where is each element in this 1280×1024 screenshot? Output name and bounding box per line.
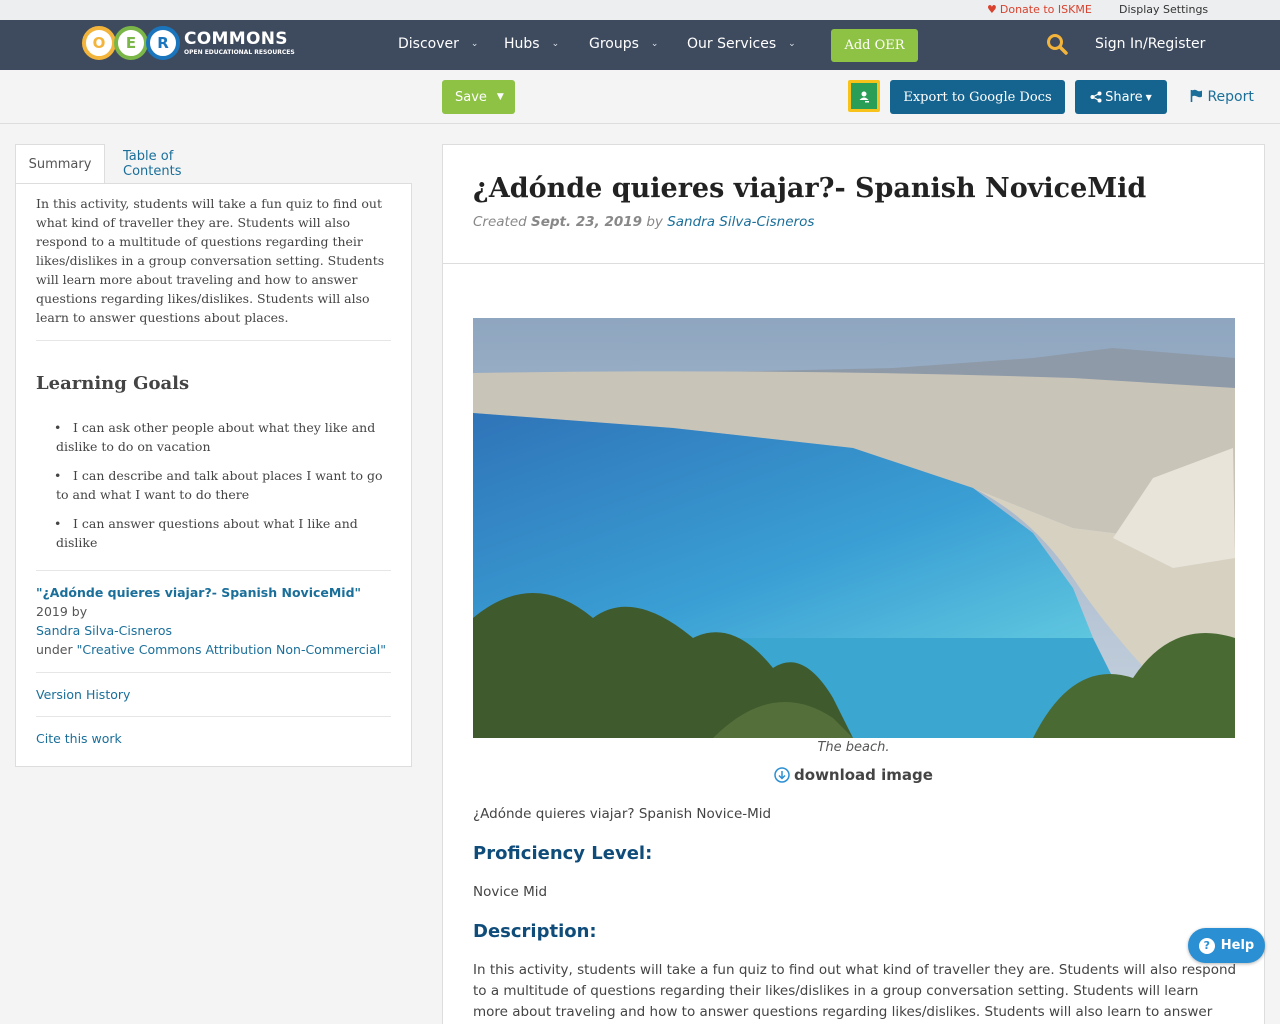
- chevron-down-icon: ⌄: [551, 39, 560, 49]
- learning-goals-list: I can ask other people about what they l…: [36, 418, 391, 552]
- heart-icon: ♥: [987, 3, 997, 16]
- sign-in-register-link[interactable]: Sign In/Register: [1095, 36, 1205, 52]
- list-item: I can answer questions about what I like…: [54, 514, 391, 552]
- list-item: I can describe and talk about places I w…: [54, 466, 391, 504]
- resource-content: ¿Adónde quieres viajar?- Spanish NoviceM…: [442, 144, 1265, 1024]
- divider: [36, 340, 391, 341]
- flag-icon: [1190, 89, 1202, 102]
- nav-our-services[interactable]: Our Services ⌄: [687, 36, 796, 52]
- download-icon: [774, 767, 790, 783]
- chevron-down-icon: ⌄: [650, 39, 659, 49]
- tab-summary[interactable]: Summary: [15, 144, 105, 184]
- search-icon[interactable]: [1046, 33, 1068, 55]
- proficiency-value: Novice Mid: [473, 884, 548, 900]
- nav-hubs-label: Hubs: [504, 36, 540, 52]
- utility-bar: ♥ Donate to ISKME Display Settings: [0, 0, 1280, 20]
- license-link[interactable]: "Creative Commons Attribution Non-Commer…: [77, 642, 386, 657]
- learning-goals-heading: Learning Goals: [36, 373, 190, 394]
- donate-label: Donate to ISKME: [999, 3, 1092, 16]
- created-label: Created: [473, 214, 532, 230]
- google-classroom-button[interactable]: [848, 80, 880, 112]
- nav-groups[interactable]: Groups ⌄: [589, 36, 658, 52]
- help-icon: ?: [1198, 937, 1215, 954]
- logo-title: COMMONS: [184, 28, 288, 49]
- image-caption: The beach.: [817, 740, 890, 755]
- goal-text: I can describe and talk about places I w…: [56, 468, 383, 502]
- donate-link[interactable]: ♥ Donate to ISKME: [987, 3, 1092, 16]
- description-text: In this activity, students will take a f…: [473, 962, 1237, 1020]
- cite-this-work-link[interactable]: Cite this work: [36, 731, 391, 746]
- google-classroom-icon: [851, 83, 877, 109]
- divider: [36, 716, 391, 717]
- save-label: Save: [455, 89, 487, 105]
- description-heading: Description:: [473, 921, 597, 942]
- goal-text: I can ask other people about what they l…: [56, 420, 376, 454]
- attribution: "¿Adónde quieres viajar?- Spanish Novice…: [36, 583, 391, 659]
- page-title: ¿Adónde quieres viajar?- Spanish NoviceM…: [473, 173, 1147, 204]
- chevron-down-icon: ⌄: [470, 39, 479, 49]
- share-label: Share: [1105, 89, 1143, 105]
- nav-discover[interactable]: Discover ⌄: [398, 36, 478, 52]
- created-line: Created Sept. 23, 2019 by Sandra Silva-C…: [473, 214, 814, 230]
- help-button[interactable]: ? Help: [1188, 928, 1265, 963]
- attribution-title-link[interactable]: "¿Adónde quieres viajar?- Spanish Novice…: [36, 585, 361, 600]
- caret-down-icon: ▼: [1145, 92, 1152, 102]
- nav-discover-label: Discover: [398, 36, 459, 52]
- caret-down-icon: ▼: [496, 92, 504, 102]
- tab-table-of-contents[interactable]: Table of Contents: [123, 144, 230, 184]
- divider: [36, 672, 391, 673]
- beach-image: [473, 318, 1235, 738]
- report-link[interactable]: Report: [1190, 89, 1254, 105]
- share-icon: [1090, 91, 1102, 103]
- oer-commons-logo[interactable]: O E R COMMONS OPEN EDUCATIONAL RESOURCES: [82, 25, 295, 61]
- share-button[interactable]: Share ▼: [1075, 80, 1167, 114]
- add-oer-button[interactable]: Add OER: [831, 29, 918, 62]
- logo-letter-o: O: [82, 26, 116, 60]
- proficiency-heading: Proficiency Level:: [473, 843, 653, 864]
- logo-letter-e: E: [114, 26, 148, 60]
- divider: [36, 570, 391, 571]
- logo-subtitle: OPEN EDUCATIONAL RESOURCES: [184, 48, 295, 56]
- nav-our-services-label: Our Services: [687, 36, 777, 52]
- report-label: Report: [1207, 89, 1254, 105]
- chevron-down-icon: ⌄: [788, 39, 796, 49]
- display-settings-link[interactable]: Display Settings: [1119, 3, 1208, 16]
- download-label: download image: [794, 766, 933, 784]
- attribution-author-link[interactable]: Sandra Silva-Cisneros: [36, 623, 172, 638]
- intro-text: ¿Adónde quieres viajar? Spanish Novice-M…: [473, 806, 772, 822]
- author-link[interactable]: Sandra Silva-Cisneros: [667, 214, 814, 230]
- divider: [443, 263, 1264, 264]
- by-label: by: [642, 214, 668, 230]
- nav-groups-label: Groups: [589, 36, 639, 52]
- created-date: Sept. 23, 2019: [531, 214, 643, 230]
- export-google-docs-button[interactable]: Export to Google Docs: [890, 80, 1065, 114]
- logo-letter-r: R: [146, 26, 180, 60]
- save-button[interactable]: Save ▼: [442, 80, 515, 114]
- main-nav: O E R COMMONS OPEN EDUCATIONAL RESOURCES…: [0, 20, 1280, 70]
- goal-text: I can answer questions about what I like…: [56, 516, 358, 550]
- version-history-link[interactable]: Version History: [36, 687, 391, 702]
- help-label: Help: [1220, 938, 1255, 953]
- attribution-under: under: [36, 642, 77, 657]
- summary-panel: In this activity, students will take a f…: [15, 183, 412, 767]
- logo-text: COMMONS OPEN EDUCATIONAL RESOURCES: [184, 28, 295, 56]
- attribution-year: 2019 by: [36, 604, 88, 619]
- summary-text: In this activity, students will take a f…: [36, 196, 385, 325]
- nav-hubs[interactable]: Hubs ⌄: [504, 36, 559, 52]
- resource-toolbar: Save ▼ Export to Google Docs Share ▼ Repor…: [0, 70, 1280, 124]
- sidebar-tabs: Summary Table of Contents: [15, 144, 412, 184]
- download-image-link[interactable]: download image: [443, 766, 1264, 784]
- list-item: I can ask other people about what they l…: [54, 418, 391, 456]
